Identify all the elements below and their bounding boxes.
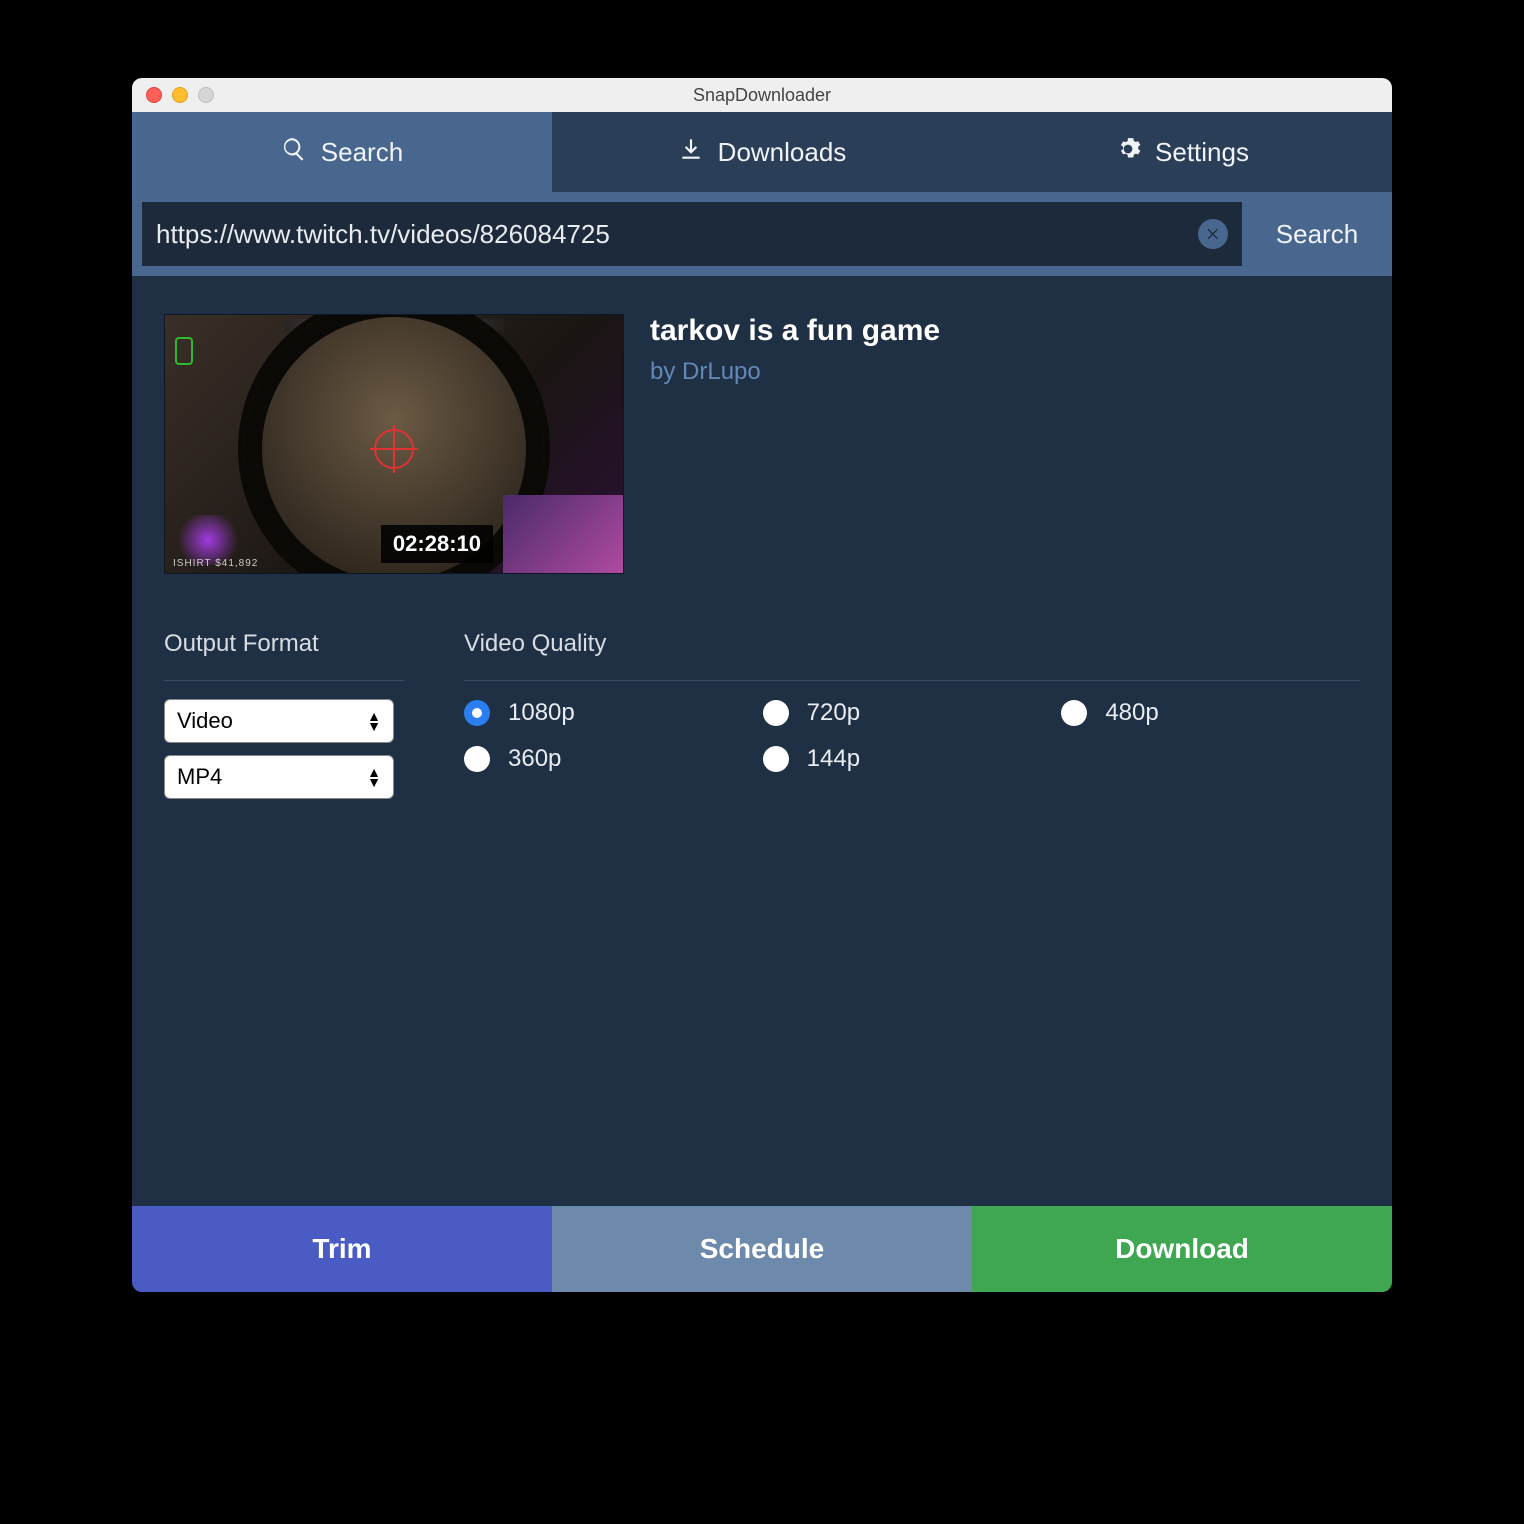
quality-label: 360p bbox=[508, 745, 561, 773]
select-value: MP4 bbox=[177, 764, 222, 790]
quality-option-480p[interactable]: 480p bbox=[1061, 699, 1360, 727]
trim-button[interactable]: Trim bbox=[132, 1206, 552, 1292]
video-result: ISHIRT $41,892 02:28:10 tarkov is a fun … bbox=[164, 314, 1360, 574]
clear-icon[interactable] bbox=[1198, 219, 1228, 249]
tab-search[interactable]: Search bbox=[132, 112, 552, 192]
hud-player-icon bbox=[175, 337, 193, 365]
url-input-container bbox=[142, 202, 1242, 266]
quality-label: 480p bbox=[1105, 699, 1158, 727]
tab-label: Search bbox=[321, 137, 403, 168]
button-label: Trim bbox=[312, 1233, 371, 1265]
quality-label: 144p bbox=[807, 745, 860, 773]
duration-badge: 02:28:10 bbox=[381, 525, 493, 563]
format-type-select[interactable]: Video ▲▼ bbox=[164, 699, 394, 743]
radio-icon bbox=[464, 746, 490, 772]
main-tabs: Search Downloads Settings bbox=[132, 112, 1392, 192]
tab-label: Downloads bbox=[718, 137, 847, 168]
video-title: tarkov is a fun game bbox=[650, 314, 940, 348]
quality-options: 1080p 720p 480p 360p 144p bbox=[464, 699, 1360, 773]
facecam-pip bbox=[503, 495, 623, 573]
quality-option-1080p[interactable]: 1080p bbox=[464, 699, 763, 727]
radio-icon bbox=[763, 746, 789, 772]
hud-bottom-text: ISHIRT $41,892 bbox=[173, 558, 258, 569]
crosshair-icon bbox=[374, 429, 414, 469]
radio-icon bbox=[464, 700, 490, 726]
quality-label: 1080p bbox=[508, 699, 575, 727]
button-label: Schedule bbox=[700, 1233, 824, 1265]
url-input[interactable] bbox=[156, 219, 1198, 250]
quality-option-144p[interactable]: 144p bbox=[763, 745, 1062, 773]
search-button-label: Search bbox=[1276, 219, 1358, 250]
download-icon bbox=[678, 136, 704, 169]
gear-icon bbox=[1115, 136, 1141, 169]
quality-option-720p[interactable]: 720p bbox=[763, 699, 1062, 727]
video-meta: tarkov is a fun game by DrLupo bbox=[650, 314, 940, 574]
search-bar: Search bbox=[132, 192, 1392, 276]
footer-actions: Trim Schedule Download bbox=[132, 1206, 1392, 1292]
format-container-select[interactable]: MP4 ▲▼ bbox=[164, 755, 394, 799]
section-title: Video Quality bbox=[464, 630, 1360, 681]
app-window: SnapDownloader Search Downloads Settings bbox=[132, 78, 1392, 1292]
output-format-section: Output Format Video ▲▼ MP4 ▲▼ bbox=[164, 630, 404, 811]
radio-icon bbox=[763, 700, 789, 726]
quality-label: 720p bbox=[807, 699, 860, 727]
download-button[interactable]: Download bbox=[972, 1206, 1392, 1292]
quality-option-360p[interactable]: 360p bbox=[464, 745, 763, 773]
tab-downloads[interactable]: Downloads bbox=[552, 112, 972, 192]
section-title: Output Format bbox=[164, 630, 404, 681]
options-row: Output Format Video ▲▼ MP4 ▲▼ Video Qual… bbox=[164, 630, 1360, 811]
video-author: by DrLupo bbox=[650, 358, 940, 386]
search-icon bbox=[281, 136, 307, 169]
chevron-updown-icon: ▲▼ bbox=[367, 767, 381, 787]
radio-icon bbox=[1061, 700, 1087, 726]
titlebar: SnapDownloader bbox=[132, 78, 1392, 112]
window-title: SnapDownloader bbox=[132, 85, 1392, 106]
content-area: ISHIRT $41,892 02:28:10 tarkov is a fun … bbox=[132, 276, 1392, 1206]
button-label: Download bbox=[1115, 1233, 1249, 1265]
schedule-button[interactable]: Schedule bbox=[552, 1206, 972, 1292]
chevron-updown-icon: ▲▼ bbox=[367, 711, 381, 731]
tab-label: Settings bbox=[1155, 137, 1249, 168]
video-quality-section: Video Quality 1080p 720p 480p 360p 144p bbox=[464, 630, 1360, 811]
tab-settings[interactable]: Settings bbox=[972, 112, 1392, 192]
search-button[interactable]: Search bbox=[1242, 202, 1392, 266]
video-thumbnail[interactable]: ISHIRT $41,892 02:28:10 bbox=[164, 314, 624, 574]
select-value: Video bbox=[177, 708, 233, 734]
